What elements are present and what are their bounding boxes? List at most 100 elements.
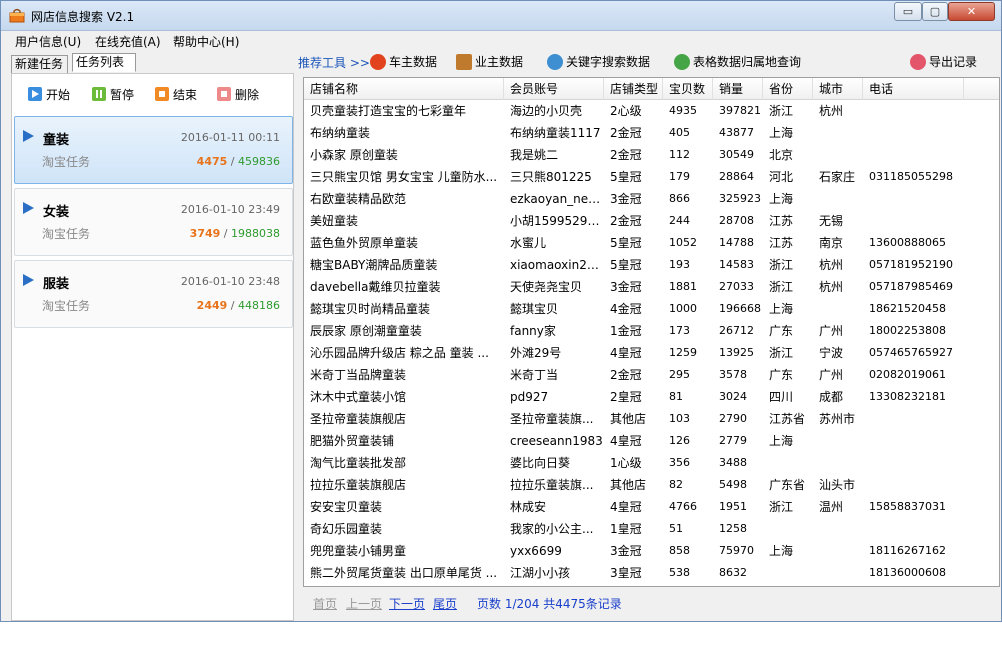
cell-phone: 18116267162 xyxy=(869,544,946,557)
tab-new-task[interactable]: 新建任务 xyxy=(11,55,68,74)
cell-shop-name: 淘气比童装批发部 xyxy=(310,456,407,470)
car-data-button[interactable]: 车主数据 xyxy=(370,52,437,72)
menu-help[interactable]: 帮助中心(H) xyxy=(173,33,239,50)
table-row[interactable]: 美妞童装 小胡15995294... 2金冠 244 28708 江苏 无锡 xyxy=(304,210,999,232)
col-province[interactable]: 省份 xyxy=(763,78,813,100)
task-item[interactable]: 服装 2016-01-10 23:48 淘宝任务 2449 / 448186 xyxy=(14,260,293,328)
stop-button[interactable]: 结束 xyxy=(155,87,197,105)
cell-city: 石家庄 xyxy=(819,170,856,184)
col-city[interactable]: 城市 xyxy=(813,78,863,100)
menu-recharge[interactable]: 在线充值(A) xyxy=(95,33,161,50)
play-icon[interactable] xyxy=(23,274,34,286)
col-sales[interactable]: 销量 xyxy=(713,78,763,100)
play-icon[interactable] xyxy=(23,130,34,142)
pause-button[interactable]: 暂停 xyxy=(92,87,134,105)
table-row[interactable]: 三只熊宝贝馆 男女宝宝 儿童防水... 三只熊801225 5皇冠 179 28864 河… xyxy=(304,166,999,188)
task-item[interactable]: 童装 2016-01-11 00:11 淘宝任务 4475 / 459836 xyxy=(14,116,293,184)
cell-account: 布纳纳童装1117 xyxy=(510,126,601,140)
cell-shop-type: 2金冠 xyxy=(610,368,642,382)
table-row[interactable]: 圣拉帝童装旗舰店 圣拉帝童装旗... 其他店 103 2790 江苏省 苏州市 xyxy=(304,408,999,430)
table-row[interactable]: 奇幻乐园童装 我家的小公主... 1皇冠 51 1258 xyxy=(304,518,999,540)
cell-item-count: 356 xyxy=(669,456,690,469)
table-row[interactable]: davebella戴维贝拉童装 天使尧尧宝贝 3金冠 1881 27033 浙江 杭州 057… xyxy=(304,276,999,298)
table-row[interactable]: 沁乐园品牌升级店 粽之品 童装 ... 外滩29号 4皇冠 1259 13925 浙江 宁波… xyxy=(304,342,999,364)
table-row[interactable]: 沐木中式童装小馆 pd927 2皇冠 81 3024 四川 成都 13308232181 xyxy=(304,386,999,408)
prev-page-link[interactable]: 上一页 xyxy=(346,595,382,612)
recommend-toolbar: 推荐工具 >> 车主数据 业主数据 关键字搜索数据 表格数据归属地查询 导出记录 xyxy=(298,52,1001,72)
maximize-button[interactable]: ▢ xyxy=(922,2,948,21)
table-row[interactable]: 米奇丁当品牌童装 米奇丁当 2金冠 295 3578 广东 广州 02082019061 xyxy=(304,364,999,386)
cell-phone: 18136000608 xyxy=(869,566,946,579)
cell-account: xiaomaoxin2008 xyxy=(510,258,604,272)
next-page-link[interactable]: 下一页 xyxy=(389,595,425,612)
cell-city xyxy=(813,122,863,144)
cell-shop-name: 圣拉帝童装旗舰店 xyxy=(310,412,407,426)
col-shop-name[interactable]: 店铺名称 xyxy=(304,78,504,100)
delete-button[interactable]: 删除 xyxy=(217,87,259,105)
title-bar[interactable]: 网店信息搜索 V2.1 ▭ ▢ ✕ xyxy=(1,1,1001,31)
cell-account: 懿琪宝贝 xyxy=(510,302,559,316)
col-phone[interactable]: 电话 xyxy=(863,78,964,100)
cell-shop-type: 2金冠 xyxy=(610,214,642,228)
table-row[interactable]: 熊二外贸尾货童装 出口原单尾货 ... 江湖小小孩 3皇冠 538 8632 181360… xyxy=(304,562,999,584)
cell-shop-type: 1心级 xyxy=(610,456,642,470)
table-row[interactable]: 兜兜童装小铺男童 yxx6699 3金冠 858 75970 上海 18116267162 xyxy=(304,540,999,562)
table-row[interactable]: 拉拉乐童装旗舰店 拉拉乐童装旗... 其他店 82 5498 广东省 汕头市 xyxy=(304,474,999,496)
cell-phone: 057187985469 xyxy=(869,280,953,293)
table-row[interactable]: 辰辰家 原创潮童童装 fanny家 1金冠 173 26712 广东 广州 180022538… xyxy=(304,320,999,342)
close-button[interactable]: ✕ xyxy=(948,2,995,21)
cell-province: 浙江 xyxy=(769,104,794,118)
table-row[interactable]: 淘气比童装批发部 婆比向日葵 1心级 356 3488 xyxy=(304,452,999,474)
task-tabs: 新建任务 任务列表 xyxy=(11,53,291,74)
start-button[interactable]: 开始 xyxy=(28,87,70,105)
table-row[interactable]: 蓝色鱼外贸原单童装 水蜜儿 5皇冠 1052 14788 江苏 南京 13600888065 xyxy=(304,232,999,254)
table-row[interactable]: 肥猫外贸童装铺 creeseann1983 4皇冠 126 2779 上海 xyxy=(304,430,999,452)
cell-phone: 057181952190 xyxy=(869,258,953,271)
cell-item-count: 4935 xyxy=(669,104,697,117)
tab-task-list[interactable]: 任务列表 xyxy=(72,53,136,72)
owner-data-button[interactable]: 业主数据 xyxy=(456,52,523,72)
table-row[interactable]: 糖宝BABY潮牌品质童装 xiaomaoxin2008 5皇冠 193 14583 浙江 杭… xyxy=(304,254,999,276)
table-row[interactable]: 右欧童装精品欧范 ezkaoyan_new... 3金冠 866 325923 上海 xyxy=(304,188,999,210)
task-source: 淘宝任务 xyxy=(42,299,91,313)
cell-phone: 13600888065 xyxy=(869,236,946,249)
col-account[interactable]: 会员账号 xyxy=(504,78,604,100)
cell-province: 浙江 xyxy=(769,280,794,294)
table-row[interactable]: 小森家 原创童装 我是姚二 2金冠 112 30549 北京 xyxy=(304,144,999,166)
task-item[interactable]: 女装 2016-01-10 23:49 淘宝任务 3749 / 1988038 xyxy=(14,188,293,256)
cell-shop-type: 3金冠 xyxy=(610,280,642,294)
keyword-data-button[interactable]: 关键字搜索数据 xyxy=(547,52,650,72)
cell-sales: 27033 xyxy=(719,280,754,293)
play-icon[interactable] xyxy=(23,202,34,214)
first-page-link[interactable]: 首页 xyxy=(313,595,337,612)
cell-sales: 75970 xyxy=(719,544,754,557)
menu-user-info[interactable]: 用户信息(U) xyxy=(15,33,81,50)
cell-sales: 1258 xyxy=(719,522,747,535)
cell-sales: 26712 xyxy=(719,324,754,337)
cell-account: 江湖小小孩 xyxy=(510,566,571,580)
cell-sales: 5498 xyxy=(719,478,747,491)
last-page-link[interactable]: 尾页 xyxy=(433,595,457,612)
col-items[interactable]: 宝贝数 xyxy=(663,78,713,100)
table-row[interactable]: 布纳纳童装 布纳纳童装1117 2金冠 405 43877 上海 xyxy=(304,122,999,144)
export-button[interactable]: 导出记录 xyxy=(910,52,977,72)
cell-city: 杭州 xyxy=(819,104,844,118)
cell-account: creeseann1983 xyxy=(510,434,603,448)
minimize-button[interactable]: ▭ xyxy=(894,2,922,21)
cell-shop-name: 肥猫外贸童装铺 xyxy=(310,434,395,448)
task-progress: 3749 / 1988038 xyxy=(189,227,280,240)
table-row[interactable]: 贝壳童装打造宝宝的七彩童年 海边的小贝壳 2心级 4935 397821 浙江 杭州 xyxy=(304,100,999,122)
table-row[interactable]: 安安宝贝童装 林成安 4皇冠 4766 1951 浙江 温州 15858837031 xyxy=(304,496,999,518)
cell-province: 上海 xyxy=(769,434,794,448)
window-title: 网店信息搜索 V2.1 xyxy=(31,10,135,24)
start-label: 开始 xyxy=(46,88,71,102)
cell-shop-type: 4金冠 xyxy=(610,302,642,316)
col-shop-type[interactable]: 店铺类型 xyxy=(604,78,663,100)
cell-phone xyxy=(863,408,964,430)
delete-icon xyxy=(217,87,231,101)
cell-shop-name: 兜兜童装小铺男童 xyxy=(310,544,407,558)
table-location-button[interactable]: 表格数据归属地查询 xyxy=(674,52,801,72)
shop-table[interactable]: 店铺名称 会员账号 店铺类型 宝贝数 销量 省份 城市 电话 贝壳童装打造宝宝的… xyxy=(303,77,1000,587)
table-row[interactable]: 懿琪宝贝时尚精品童装 懿琪宝贝 4金冠 1000 196668 上海 18621520458 xyxy=(304,298,999,320)
cell-shop-type: 其他店 xyxy=(610,412,647,426)
